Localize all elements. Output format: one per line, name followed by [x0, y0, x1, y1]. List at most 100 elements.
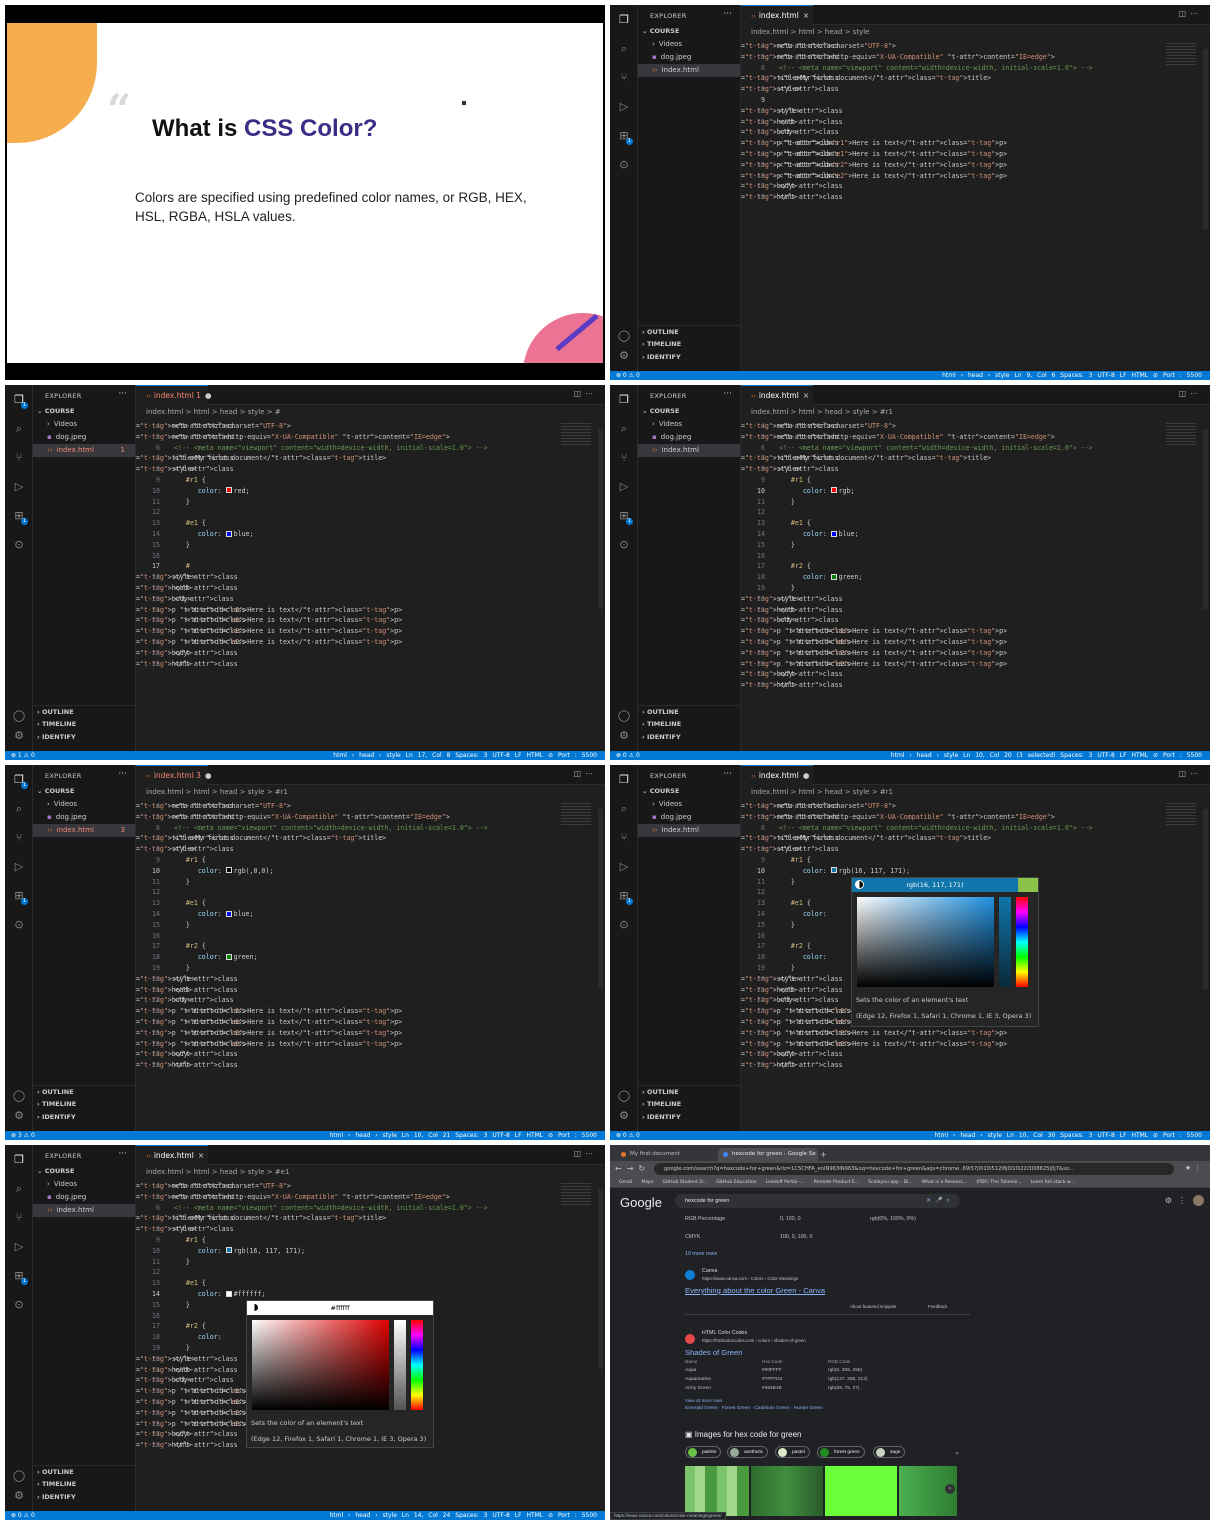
extensions-icon[interactable]: ⊞ 1 — [617, 129, 633, 145]
feedback-link[interactable]: Feedback — [928, 1304, 947, 1309]
status-info[interactable]: html › head › style Ln 10, Col 20 (3 sel… — [891, 751, 1202, 760]
more-actions-icon[interactable]: ··· — [118, 1149, 127, 1159]
panel-identify[interactable]: › IDENTIFY — [638, 351, 740, 364]
remote-icon[interactable]: ⊙ — [617, 918, 631, 932]
more-actions-icon[interactable]: ··· — [723, 389, 732, 399]
explorer-item[interactable]: ‹› index.html — [638, 64, 740, 77]
problems-indicator[interactable]: ⊗ 0 ⚠ 0 — [616, 1131, 640, 1140]
files-icon[interactable]: ❐ 1 — [12, 393, 28, 409]
account-icon[interactable]: ◯ — [12, 709, 26, 723]
run-debug-icon[interactable]: ▷ — [617, 100, 631, 114]
color-swatch[interactable] — [830, 487, 837, 494]
panel-timeline[interactable]: › TIMELINE — [33, 1098, 135, 1111]
close-icon[interactable]: ● — [803, 771, 810, 780]
close-icon[interactable]: × — [803, 11, 809, 20]
opacity-slider[interactable] — [394, 1320, 406, 1410]
minimap[interactable] — [1166, 423, 1196, 447]
color-swatch[interactable] — [225, 487, 232, 494]
gear-icon[interactable]: ⚙ — [12, 729, 26, 743]
panel-timeline[interactable]: › TIMELINE — [638, 718, 740, 731]
files-icon[interactable]: ❐ — [617, 773, 631, 787]
files-icon[interactable]: ❐ 1 — [12, 773, 28, 789]
original-color[interactable] — [1018, 878, 1038, 892]
opacity-slider[interactable] — [999, 897, 1011, 987]
split-editor-icon[interactable]: ◫⋯ — [1178, 769, 1202, 778]
address-bar[interactable]: google.com/search?q=hexcode+for+green&rl… — [654, 1163, 1174, 1175]
scrollbar[interactable] — [598, 429, 603, 609]
editor-tab[interactable]: ‹› index.html ● — [741, 765, 813, 785]
gear-icon[interactable]: ⚙ — [12, 1109, 26, 1123]
scrollbar[interactable] — [1203, 49, 1208, 229]
color-swatch[interactable] — [830, 530, 837, 537]
featured-snippets-link[interactable]: About featured snippets — [850, 1304, 896, 1309]
explorer-item[interactable]: ▪ dog.jpeg — [33, 1191, 135, 1204]
split-editor-icon[interactable]: ◫⋯ — [573, 389, 597, 398]
account-icon[interactable]: ◯ — [617, 709, 631, 723]
more-rows-link[interactable]: 10 more rows — [685, 1251, 717, 1257]
explorer-item[interactable]: ‹› index.html — [33, 1204, 135, 1217]
browser-tab[interactable]: My first document — [616, 1148, 716, 1161]
image-filter-chip[interactable]: forest green — [817, 1446, 865, 1458]
gear-icon[interactable]: ⚙ — [617, 349, 631, 363]
folder-course[interactable]: ⌄ COURSE — [33, 785, 135, 798]
panel-timeline[interactable]: › TIMELINE — [638, 338, 740, 351]
bookmark[interactable]: Gmail — [619, 1177, 632, 1187]
saturation-area[interactable] — [252, 1320, 389, 1410]
editor-tab[interactable]: ‹› index.html 3 ● — [136, 765, 212, 785]
google-logo[interactable]: Google — [620, 1195, 662, 1210]
status-info[interactable]: html › head › style Ln 10, Col 21 Spaces… — [329, 1131, 597, 1140]
panel-outline[interactable]: › OUTLINE — [33, 705, 135, 718]
explorer-item[interactable]: ▪ dog.jpeg — [33, 811, 135, 824]
status-info[interactable]: html › head › style Ln 10, Col 30 Spaces… — [934, 1131, 1202, 1140]
more-actions-icon[interactable]: ··· — [118, 769, 127, 779]
breadcrumb[interactable]: index.html > html > head > style > #r1 — [751, 408, 893, 416]
panel-identify[interactable]: › IDENTIFY — [638, 1111, 740, 1124]
explorer-item[interactable]: ‹› index.html — [638, 824, 740, 837]
panel-outline[interactable]: › OUTLINE — [638, 1085, 740, 1098]
image-result[interactable] — [685, 1466, 749, 1516]
nav-buttons[interactable]: ←→↻ — [615, 1164, 650, 1173]
close-icon[interactable]: × — [803, 391, 809, 400]
explorer-item[interactable]: › Videos — [638, 38, 740, 51]
color-swatch[interactable] — [225, 1247, 232, 1254]
files-icon[interactable]: ❐ — [617, 13, 631, 27]
explorer-item[interactable]: › Videos — [33, 418, 135, 431]
breadcrumb[interactable]: index.html > html > head > style > #e1 — [146, 1168, 289, 1176]
scrollbar[interactable] — [1203, 809, 1208, 989]
avatar[interactable] — [1193, 1195, 1204, 1206]
search-input[interactable]: hexcode for green ✕🎤⌕ — [675, 1194, 960, 1208]
code-area[interactable]: 4 <"t-attr">class ="t-tag">meta "t-attr">c… — [741, 421, 1210, 751]
code-area[interactable]: 4 <"t-attr">class ="t-tag">meta "t-attr">c… — [136, 801, 605, 1131]
folder-course[interactable]: ⌄ COURSE — [638, 25, 740, 38]
run-debug-icon[interactable]: ▷ — [12, 1240, 26, 1254]
files-icon[interactable]: ❐ — [12, 1153, 26, 1167]
status-info[interactable]: html › head › style Ln 17, Col 8 Spaces:… — [333, 751, 597, 760]
files-icon[interactable]: ❐ — [617, 393, 631, 407]
view-more-rows-link[interactable]: View 44 more rows — [685, 1398, 722, 1403]
panel-identify[interactable]: › IDENTIFY — [33, 731, 135, 744]
explorer-item[interactable]: ‹› index.html 1 — [33, 444, 135, 457]
color-swatch[interactable] — [225, 953, 232, 960]
gear-icon[interactable]: ⚙ — [12, 1489, 26, 1503]
panel-outline[interactable]: › OUTLINE — [638, 325, 740, 338]
bookmark[interactable]: (PDF) The Tokeniz... — [976, 1177, 1021, 1187]
browser-menu-icons[interactable]: ★⋮ — [1185, 1164, 1204, 1172]
minimap[interactable] — [561, 803, 591, 827]
bookmark[interactable]: Leadoff Portal -... — [766, 1177, 805, 1187]
scrollbar[interactable] — [598, 809, 603, 989]
explorer-item[interactable]: ‹› index.html 3 — [33, 824, 135, 837]
minimap[interactable] — [561, 423, 591, 447]
scrollbar[interactable] — [598, 1189, 603, 1369]
extensions-icon[interactable]: ⊞ 1 — [617, 509, 633, 525]
bookmark[interactable]: GitHub Education — [716, 1177, 756, 1187]
bookmark[interactable]: What is a Researc... — [922, 1177, 967, 1187]
bookmark[interactable]: Learn full stack w... — [1030, 1177, 1074, 1187]
run-debug-icon[interactable]: ▷ — [617, 860, 631, 874]
split-editor-icon[interactable]: ◫⋯ — [573, 769, 597, 778]
editor-tab[interactable]: ‹› index.html 1 ● — [136, 385, 212, 405]
folder-course[interactable]: ⌄ COURSE — [638, 405, 740, 418]
split-editor-icon[interactable]: ◫⋯ — [573, 1149, 597, 1158]
panel-timeline[interactable]: › TIMELINE — [638, 1098, 740, 1111]
remote-icon[interactable]: ⊙ — [617, 158, 631, 172]
breadcrumb[interactable]: index.html > html > head > style > #r1 — [751, 788, 893, 796]
